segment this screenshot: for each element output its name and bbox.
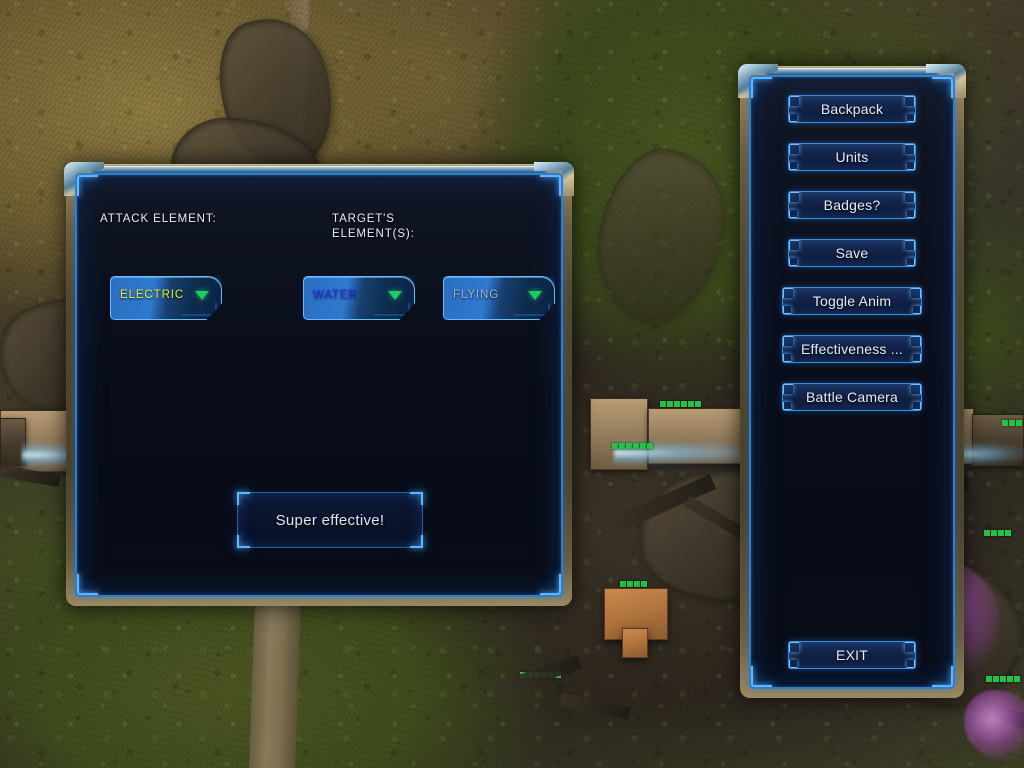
attack-element-value: ELECTRIC xyxy=(120,289,185,301)
unit-health-bar xyxy=(620,581,647,587)
corner-bracket-icon xyxy=(77,175,102,200)
target-element-dropdown-2[interactable]: FLYING xyxy=(443,276,555,320)
unit-health-bar xyxy=(986,676,1020,682)
menu-button-toggle-anim[interactable]: Toggle Anim xyxy=(782,287,922,315)
menu-button-label: Backpack xyxy=(820,101,884,117)
effectiveness-result-text: Super effective! xyxy=(275,511,385,529)
target-element-dropdown-1[interactable]: WATER xyxy=(303,276,415,320)
game-menu-dialog: Backpack Units Badges? Save Toggle Anim … xyxy=(738,64,966,698)
corner-bracket-icon xyxy=(751,662,776,687)
effectiveness-dialog-body: ATTACK ELEMENT: TARGET'S ELEMENT(S): ELE… xyxy=(75,173,563,597)
corner-bracket-icon xyxy=(407,532,423,548)
vehicle-thruster-glow xyxy=(960,442,1024,466)
menu-button-label: Battle Camera xyxy=(805,389,899,405)
menu-button-backpack[interactable]: Backpack xyxy=(788,95,916,123)
corner-bracket-icon xyxy=(751,77,776,102)
corner-bracket-icon xyxy=(928,77,953,102)
chevron-down-icon[interactable] xyxy=(528,291,542,300)
dropdown-notch xyxy=(181,303,217,316)
corner-bracket-icon xyxy=(237,492,253,508)
dropdown-notch xyxy=(374,303,410,316)
menu-button-label: Toggle Anim xyxy=(812,293,892,309)
corner-bracket-icon xyxy=(237,532,253,548)
menu-button-label: Effectiveness ... xyxy=(801,341,903,357)
corner-bracket-icon xyxy=(928,662,953,687)
dirt-road xyxy=(249,600,301,768)
menu-button-save[interactable]: Save xyxy=(788,239,916,267)
target-element-2-value: FLYING xyxy=(453,289,500,301)
attack-element-dropdown[interactable]: ELECTRIC xyxy=(110,276,222,320)
menu-button-badges[interactable]: Badges? xyxy=(788,191,916,219)
effectiveness-result-box: Super effective! xyxy=(237,492,423,548)
menu-button-units[interactable]: Units xyxy=(788,143,916,171)
attack-element-label: ATTACK ELEMENT: xyxy=(100,213,217,225)
menu-button-label: EXIT xyxy=(836,647,868,663)
menu-button-label: Save xyxy=(835,245,869,261)
corner-bracket-icon xyxy=(536,570,561,595)
unit-health-bar xyxy=(1002,420,1022,426)
menu-button-effectiveness[interactable]: Effectiveness ... xyxy=(782,335,922,363)
dropdown-notch xyxy=(514,303,550,316)
game-menu-body: Backpack Units Badges? Save Toggle Anim … xyxy=(749,75,955,689)
cargo-structure xyxy=(622,628,648,658)
menu-button-label: Units xyxy=(835,149,869,165)
chevron-down-icon[interactable] xyxy=(195,291,209,300)
menu-button-exit[interactable]: EXIT xyxy=(788,641,916,669)
unit-health-bar xyxy=(612,443,653,449)
corner-bracket-icon xyxy=(536,175,561,200)
corner-bracket-icon xyxy=(77,570,102,595)
menu-button-label: Badges? xyxy=(823,197,881,213)
chevron-down-icon[interactable] xyxy=(388,291,402,300)
corner-bracket-icon xyxy=(407,492,423,508)
menu-button-battle-camera[interactable]: Battle Camera xyxy=(782,383,922,411)
target-element-1-value: WATER xyxy=(313,289,358,301)
target-element-label: TARGET'S ELEMENT(S): xyxy=(332,213,415,240)
effectiveness-dialog: ATTACK ELEMENT: TARGET'S ELEMENT(S): ELE… xyxy=(64,162,574,606)
unit-health-bar xyxy=(660,401,701,407)
unit-health-bar xyxy=(984,530,1011,536)
